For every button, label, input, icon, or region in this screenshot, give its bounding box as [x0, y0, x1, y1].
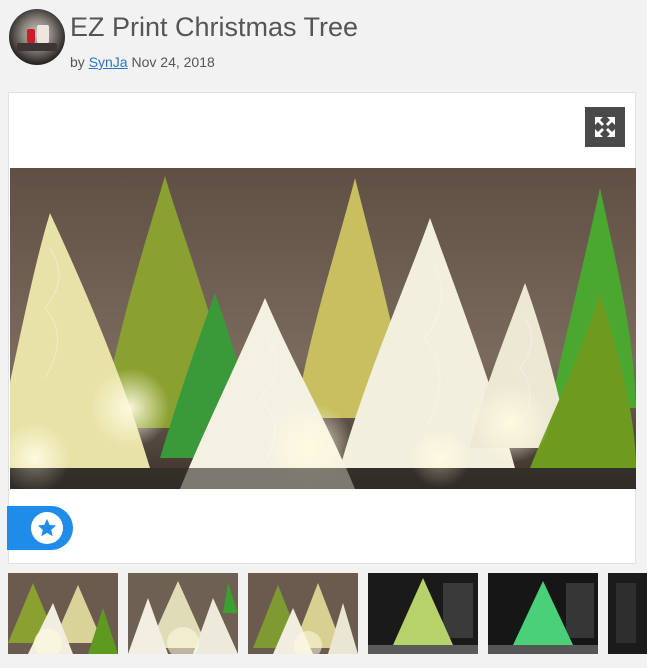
thumbnail-2[interactable] [128, 573, 238, 654]
thing-header: EZ Print Christmas Tree by SynJa Nov 24,… [9, 9, 647, 70]
fullscreen-button[interactable] [585, 107, 625, 147]
avatar-detail [37, 25, 49, 43]
favorite-ring [31, 512, 63, 544]
thumbnail-image [128, 573, 238, 654]
star-icon [37, 518, 57, 537]
thumbnail-image [608, 573, 647, 654]
page-title: EZ Print Christmas Tree [70, 12, 359, 42]
author-link[interactable]: SynJa [89, 54, 128, 70]
thumbnail-5[interactable] [488, 573, 598, 654]
thumbnail-1[interactable] [8, 573, 118, 654]
thumbnail-4[interactable] [368, 573, 478, 654]
main-image-card [7, 92, 636, 564]
author-avatar[interactable] [9, 9, 65, 65]
thumbnail-image [368, 573, 478, 654]
by-label: by [70, 54, 85, 70]
avatar-detail [27, 29, 35, 43]
avatar-detail [17, 43, 57, 51]
main-photo[interactable] [10, 168, 636, 489]
thumbnail-image [8, 573, 118, 654]
thumbnail-image [488, 573, 598, 654]
favorite-button[interactable] [7, 506, 73, 550]
byline: by SynJa Nov 24, 2018 [70, 54, 215, 70]
thumbnail-3[interactable] [248, 573, 358, 654]
thumbnail-strip [8, 573, 647, 654]
christmas-trees-photo [10, 168, 636, 489]
expand-arrows-icon [595, 117, 615, 137]
publish-date: Nov 24, 2018 [131, 54, 215, 70]
thumbnail-6[interactable] [608, 573, 647, 654]
thumbnail-image [248, 573, 358, 654]
